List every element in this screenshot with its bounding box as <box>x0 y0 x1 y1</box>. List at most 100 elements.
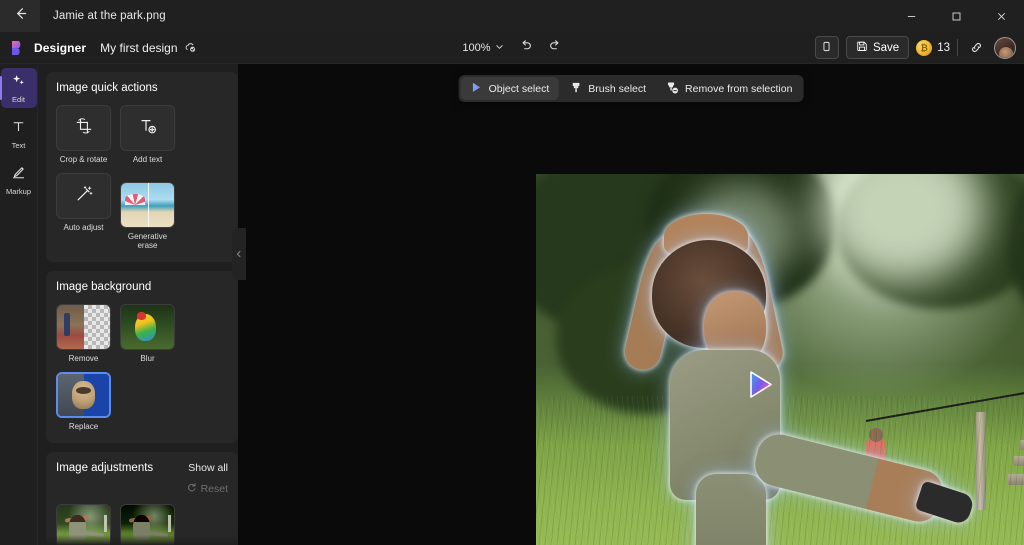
subject-standing-leg <box>696 474 766 545</box>
background-title: Image background <box>56 281 152 293</box>
markup-pen-icon <box>11 165 26 185</box>
before-after-split-line <box>147 183 149 227</box>
adjustments-title-row: Image adjustments Show all <box>56 462 228 474</box>
redo-icon <box>548 38 562 57</box>
redo-button[interactable] <box>542 36 568 60</box>
document-name[interactable]: My first design <box>100 41 177 55</box>
background-option-remove[interactable]: Remove <box>56 304 111 363</box>
background-title-row: Image background <box>56 281 228 293</box>
gradient-pointer-cursor <box>748 370 774 400</box>
tool-brush-select-label: Brush select <box>588 82 647 95</box>
selection-toolbar: Object select Brush select Remove from s… <box>458 75 804 102</box>
zoom-level-dropdown[interactable]: 100% <box>456 39 509 57</box>
canvas-image[interactable] <box>536 174 1024 545</box>
canvas-area[interactable]: Object select Brush select Remove from s… <box>238 64 1024 545</box>
image-background-card: Image background Remove Blur Replace <box>46 271 238 443</box>
blur-background-thumbnail <box>120 304 175 350</box>
quick-action-add-text[interactable]: Add text <box>120 105 175 164</box>
brand-group: Designer <box>9 39 86 57</box>
remove-background-label: Remove <box>68 354 99 363</box>
edit-panel: Image quick actions Crop & rotate Add te… <box>38 64 238 545</box>
chevron-left-icon <box>235 245 243 263</box>
quick-actions-title: Image quick actions <box>56 82 158 94</box>
floppy-save-icon <box>856 40 868 55</box>
credits-badge[interactable]: ₿ 13 <box>916 39 950 56</box>
zoom-level-value: 100% <box>462 41 491 54</box>
window-filename: Jamie at the park.png <box>53 10 166 22</box>
tool-brush-select[interactable]: Brush select <box>560 77 655 100</box>
remove-thumb-person <box>63 312 70 336</box>
auto-adjust-tile-box <box>56 173 111 219</box>
panel-collapse-handle[interactable] <box>232 228 246 280</box>
rail-item-edit-label: Edit <box>12 94 25 104</box>
brush-icon <box>569 81 582 97</box>
crop-rotate-tile-box <box>56 105 111 151</box>
adjustments-title: Image adjustments <box>56 462 154 474</box>
app-body: Edit Text Markup Image quick actions Cro… <box>0 64 1024 545</box>
image-adjustments-card: Image adjustments Show all Reset <box>46 452 238 545</box>
add-text-icon <box>138 116 158 141</box>
back-arrow-icon <box>13 6 28 26</box>
tool-remove-from-selection[interactable]: Remove from selection <box>657 77 801 100</box>
coin-icon: ₿ <box>916 39 933 56</box>
parrot-thumb-art <box>121 305 174 349</box>
crop-rotate-icon <box>74 116 94 141</box>
add-text-label: Add text <box>132 155 163 164</box>
device-preview-button[interactable] <box>814 36 839 59</box>
chevron-down-icon <box>495 42 504 54</box>
replace-thumb-dog <box>71 381 96 409</box>
beach-umbrella-art <box>125 194 146 205</box>
save-button[interactable]: Save <box>845 36 910 59</box>
phone-preview-icon <box>821 39 832 57</box>
undo-button[interactable] <box>513 36 539 60</box>
generative-erase-thumbnail <box>120 182 175 228</box>
app-bar-right-group: Save ₿ 13 <box>814 36 1016 59</box>
replace-background-thumbnail <box>56 372 111 418</box>
user-avatar[interactable] <box>994 36 1016 59</box>
generative-erase-label: Generative erase <box>127 232 168 250</box>
crop-rotate-label: Crop & rotate <box>59 155 108 164</box>
share-link-icon[interactable] <box>965 37 987 59</box>
reset-label: Reset <box>200 483 228 495</box>
reset-circular-arrow-icon <box>186 482 197 496</box>
panel-bottom-fade <box>38 535 238 545</box>
tool-object-select-label: Object select <box>488 82 550 95</box>
remove-background-thumbnail <box>56 304 111 350</box>
sparkle-edit-icon <box>11 73 26 93</box>
designer-logo-icon <box>9 39 27 57</box>
thumb-fence-post <box>103 514 107 533</box>
quick-actions-tiles: Crop & rotate Add text Auto adjust Gener… <box>56 105 228 250</box>
thumb-fence-post <box>167 514 171 533</box>
background-option-blur[interactable]: Blur <box>120 304 175 363</box>
window-controls <box>889 0 1024 32</box>
remove-selection-icon <box>666 81 679 97</box>
background-option-replace[interactable]: Replace <box>56 372 111 431</box>
minimize-button[interactable] <box>889 0 934 32</box>
rail-item-markup[interactable]: Markup <box>1 160 37 200</box>
close-button[interactable] <box>979 0 1024 32</box>
quick-action-crop-rotate[interactable]: Crop & rotate <box>56 105 111 164</box>
reset-button[interactable]: Reset <box>56 482 228 496</box>
brand-name: Designer <box>34 40 87 55</box>
replace-background-label: Replace <box>68 422 99 431</box>
quick-action-generative-erase[interactable]: Generative erase <box>120 182 175 250</box>
selected-subject[interactable] <box>536 174 1024 545</box>
remove-thumb-photo-half <box>57 305 84 349</box>
back-button[interactable] <box>0 0 40 32</box>
window-title-bar: Jamie at the park.png <box>0 0 1024 32</box>
subject-extended-leg <box>750 429 948 527</box>
quick-action-auto-adjust[interactable]: Auto adjust <box>56 173 111 250</box>
credits-count: 13 <box>937 41 950 54</box>
app-bar: Designer My first design 100% Save ₿ 13 <box>0 32 1024 64</box>
image-quick-actions-card: Image quick actions Crop & rotate Add te… <box>46 72 238 262</box>
magic-wand-icon <box>74 184 94 209</box>
maximize-button[interactable] <box>934 0 979 32</box>
quick-actions-title-row: Image quick actions <box>56 82 228 94</box>
show-all-link[interactable]: Show all <box>188 462 228 474</box>
transparency-checkerboard <box>83 305 110 349</box>
blur-background-label: Blur <box>140 354 155 363</box>
left-tool-rail: Edit Text Markup <box>0 64 38 545</box>
rail-item-edit[interactable]: Edit <box>0 68 37 108</box>
rail-item-text[interactable]: Text <box>1 114 37 154</box>
tool-object-select[interactable]: Object select <box>460 77 559 100</box>
